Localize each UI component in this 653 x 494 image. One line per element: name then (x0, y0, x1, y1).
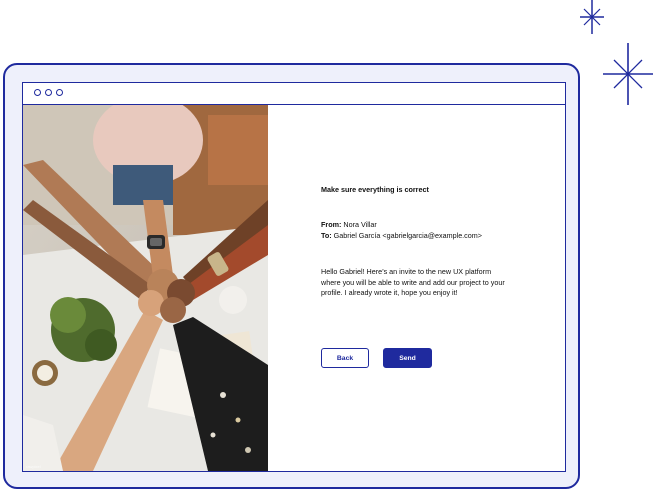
window-titlebar (23, 83, 565, 105)
browser-window: rawpixel Make sure everything is correct… (22, 82, 566, 472)
team-photo: rawpixel (23, 105, 268, 471)
to-label: To: (321, 231, 332, 240)
confirmation-panel: Make sure everything is correct From: No… (268, 105, 565, 471)
from-value: Nora Villar (343, 220, 377, 229)
photo-credit: rawpixel (26, 464, 41, 469)
sparkle-small-icon (580, 0, 604, 34)
confirmation-heading: Make sure everything is correct (321, 185, 429, 194)
window-minimize-dot[interactable] (45, 89, 52, 96)
back-button[interactable]: Back (321, 348, 369, 368)
illustration-canvas: rawpixel Make sure everything is correct… (0, 0, 653, 494)
hands-fist-bump-photo-icon (23, 105, 268, 471)
to-line: To: Gabriel García <gabrielgarcia@exampl… (321, 231, 482, 240)
sparkle-large-icon (603, 43, 653, 105)
window-maximize-dot[interactable] (56, 89, 63, 96)
from-line: From: Nora Villar (321, 220, 377, 229)
to-value: Gabriel García <gabrielgarcia@example.co… (333, 231, 482, 240)
device-frame: rawpixel Make sure everything is correct… (3, 63, 580, 489)
from-label: From: (321, 220, 342, 229)
send-button[interactable]: Send (383, 348, 432, 368)
message-body: Hello Gabriel! Here’s an invite to the n… (321, 267, 505, 298)
window-close-dot[interactable] (34, 89, 41, 96)
